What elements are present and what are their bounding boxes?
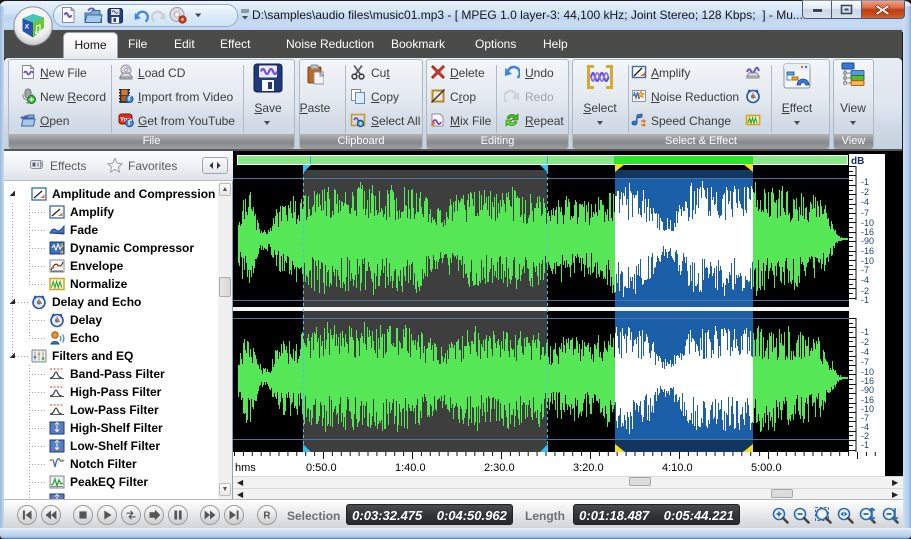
svg-text:R: R <box>263 511 270 522</box>
